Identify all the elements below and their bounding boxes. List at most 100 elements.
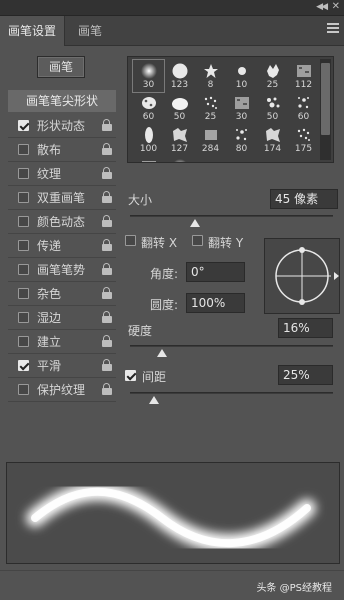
brush-tip-cell[interactable]: 174 (257, 124, 288, 156)
size-input[interactable]: 45 像素 (270, 189, 338, 209)
brush-tip-cell[interactable]: 25 (195, 92, 226, 124)
option-label: 平滑 (37, 359, 62, 373)
brush-tip-cell[interactable]: 284 (195, 124, 226, 156)
brush-tip-cell[interactable]: 25 (257, 60, 288, 92)
lock-icon[interactable] (102, 359, 112, 371)
spacing-check-box[interactable] (125, 370, 136, 381)
panel-menu-icon[interactable] (327, 23, 339, 35)
rough-blob-brush-icon (141, 95, 157, 111)
option-checkbox[interactable] (18, 312, 29, 323)
option-checkbox[interactable] (18, 192, 29, 203)
brush-tip-cell[interactable]: 123 (164, 60, 195, 92)
option-checkbox[interactable] (18, 360, 29, 371)
watermark-text: 头条 @PS经教程 (256, 583, 332, 594)
lock-icon[interactable] (102, 215, 112, 227)
size-slider-track[interactable] (130, 215, 333, 217)
brush-tip-cell[interactable]: 60 (133, 92, 164, 124)
soft-round-brush-icon (141, 63, 157, 79)
lock-icon[interactable] (102, 239, 112, 251)
brush-tip-size: 174 (263, 144, 282, 154)
panel-footer: 头条 @PS经教程 (0, 570, 344, 600)
grunge-brush-icon (172, 127, 188, 143)
angle-input[interactable]: 0° (186, 262, 245, 282)
spacing-slider-knob[interactable] (149, 396, 160, 404)
brush-tip-cell[interactable]: 127 (164, 124, 195, 156)
brush-option-row[interactable]: 平滑 (8, 354, 116, 378)
size-slider-knob[interactable] (189, 219, 200, 227)
option-brush-tip-shape[interactable]: 画笔笔尖形状 (8, 90, 116, 112)
option-checkbox[interactable] (18, 216, 29, 227)
option-checkbox[interactable] (18, 168, 29, 179)
brush-option-row[interactable]: 画笔笔势 (8, 258, 116, 282)
flip-x-box[interactable] (125, 235, 136, 246)
spacing-input[interactable]: 25% (278, 365, 333, 385)
angle-label: 角度: (150, 267, 179, 281)
brush-grid-scrollbar[interactable] (320, 59, 331, 160)
brush-tip-cell[interactable]: 100 (133, 124, 164, 156)
option-checkbox[interactable] (18, 240, 29, 251)
hardness-input[interactable]: 16% (278, 318, 333, 338)
lock-icon[interactable] (102, 383, 112, 395)
brush-tip-grid: 30 123 8 10 25 112 60 50 25 30 50 60 100 127 284 80 174 1… (127, 56, 334, 163)
brush-option-row[interactable]: 杂色 (8, 282, 116, 306)
brush-tip-cell[interactable]: 50 (257, 92, 288, 124)
lock-icon[interactable] (102, 119, 112, 131)
brush-tip-size: 50 (173, 112, 186, 122)
lock-icon[interactable] (102, 167, 112, 179)
option-checkbox[interactable] (18, 288, 29, 299)
angle-roundness-widget[interactable] (264, 238, 340, 314)
spacing-label: 间距 (142, 370, 167, 384)
lock-icon[interactable] (102, 311, 112, 323)
brush-option-row[interactable]: 建立 (8, 330, 116, 354)
brush-tip-cell[interactable]: 175 (288, 124, 319, 156)
brush-tip-size: 112 (294, 80, 313, 90)
brush-tip-cell[interactable]: 112 (288, 60, 319, 92)
option-label: 传递 (37, 239, 62, 253)
brush-option-row[interactable]: 湿边 (8, 306, 116, 330)
option-checkbox[interactable] (18, 384, 29, 395)
brush-tip-cell[interactable]: 30 (226, 92, 257, 124)
brush-presets-button[interactable]: 画笔 (37, 56, 85, 78)
brush-tip-cell[interactable]: 50 (164, 156, 195, 162)
panel-title-bar: ◀◀ ✕ (0, 0, 344, 16)
brush-option-row[interactable]: 纹理 (8, 162, 116, 186)
flip-y-box[interactable] (192, 235, 203, 246)
option-checkbox[interactable] (18, 264, 29, 275)
lock-icon[interactable] (102, 263, 112, 275)
brush-option-row[interactable]: 双重画笔 (8, 186, 116, 210)
texture-brush-icon (296, 63, 312, 79)
option-checkbox[interactable] (18, 120, 29, 131)
lock-icon[interactable] (102, 335, 112, 347)
close-icon[interactable]: ✕ (332, 1, 340, 12)
option-checkbox[interactable] (18, 336, 29, 347)
spacing-slider-track[interactable] (130, 392, 333, 394)
option-label: 双重画笔 (37, 191, 86, 205)
tab-brushes[interactable]: 画笔 (70, 16, 110, 46)
brush-tip-cell[interactable]: 50 (164, 92, 195, 124)
lock-icon[interactable] (102, 287, 112, 299)
brush-tip-cell[interactable]: 60 (288, 92, 319, 124)
hardness-slider-track[interactable] (130, 345, 333, 347)
option-label: 散布 (37, 143, 62, 157)
brush-tip-cell[interactable]: 10 (226, 60, 257, 92)
brush-tip-cell[interactable]: 306 (133, 156, 164, 162)
option-label: 建立 (37, 335, 62, 349)
brush-tip-cell[interactable]: 80 (226, 124, 257, 156)
option-checkbox[interactable] (18, 144, 29, 155)
brush-tip-cell[interactable]: 8 (195, 60, 226, 92)
scrollbar-thumb[interactable] (321, 63, 330, 135)
brush-option-row[interactable]: 散布 (8, 138, 116, 162)
brush-tip-size: 175 (294, 144, 313, 154)
brush-option-row[interactable]: 保护纹理 (8, 378, 116, 402)
roundness-input[interactable]: 100% (186, 293, 245, 313)
lock-icon[interactable] (102, 191, 112, 203)
hardness-slider-knob[interactable] (157, 349, 168, 357)
brush-option-row[interactable]: 形状动态 (8, 114, 116, 138)
tab-brush-settings[interactable]: 画笔设置 (0, 16, 66, 46)
brush-option-row[interactable]: 传递 (8, 234, 116, 258)
chalk-brush-icon (203, 127, 219, 143)
brush-option-row[interactable]: 颜色动态 (8, 210, 116, 234)
lock-icon[interactable] (102, 143, 112, 155)
double-chevron-right-icon[interactable]: ◀◀ (316, 2, 328, 12)
brush-tip-cell[interactable]: 30 (132, 59, 165, 93)
